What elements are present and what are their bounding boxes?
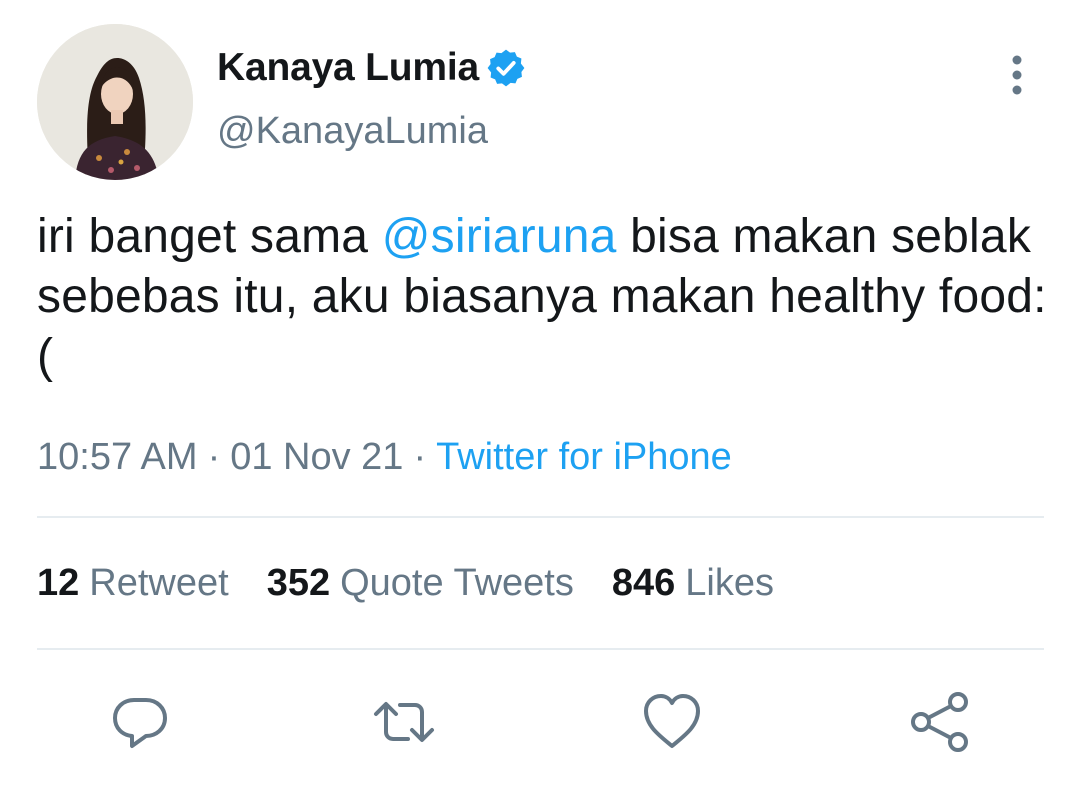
retweet-icon[interactable] bbox=[372, 690, 436, 754]
divider bbox=[37, 516, 1044, 518]
quote-stat[interactable]: 352 Quote Tweets bbox=[267, 562, 574, 605]
retweet-count: 12 bbox=[37, 562, 80, 604]
divider bbox=[37, 648, 1044, 650]
reply-icon[interactable] bbox=[108, 690, 172, 754]
tweet-text-before: iri banget sama bbox=[37, 210, 382, 263]
retweet-label: Retweet bbox=[89, 562, 229, 604]
tweet-meta: 10:57 AM · 01 Nov 21 · Twitter for iPhone bbox=[37, 436, 732, 479]
display-name[interactable]: Kanaya Lumia bbox=[217, 46, 479, 90]
avatar-photo bbox=[37, 24, 193, 180]
user-handle[interactable]: @KanayaLumia bbox=[217, 110, 488, 153]
mention-link[interactable]: @siriaruna bbox=[382, 210, 617, 263]
tweet-detail: Kanaya Lumia @KanayaLumia iri banget sam… bbox=[0, 0, 1080, 793]
tweet-stats: 12 Retweet 352 Quote Tweets 846 Likes bbox=[37, 562, 812, 605]
like-count: 846 bbox=[611, 562, 676, 604]
tweet-text: iri banget sama @siriaruna bisa makan se… bbox=[37, 207, 1047, 387]
like-icon[interactable] bbox=[640, 690, 704, 754]
share-icon[interactable] bbox=[908, 690, 972, 754]
tweet-time: 10:57 AM bbox=[37, 436, 198, 478]
avatar[interactable] bbox=[37, 24, 193, 180]
meta-separator: · bbox=[413, 436, 427, 478]
author-row: Kanaya Lumia bbox=[217, 42, 527, 94]
quote-count: 352 bbox=[266, 562, 331, 604]
like-stat[interactable]: 846 Likes bbox=[612, 562, 774, 605]
quote-label: Quote Tweets bbox=[340, 562, 574, 604]
verified-badge-icon bbox=[485, 47, 527, 89]
tweet-source-link[interactable]: Twitter for iPhone bbox=[436, 436, 732, 478]
meta-separator: · bbox=[207, 436, 221, 478]
like-label: Likes bbox=[685, 562, 774, 604]
tweet-date: 01 Nov 21 bbox=[230, 436, 404, 478]
more-vertical-icon[interactable] bbox=[997, 52, 1037, 98]
retweet-stat[interactable]: 12 Retweet bbox=[37, 562, 229, 605]
